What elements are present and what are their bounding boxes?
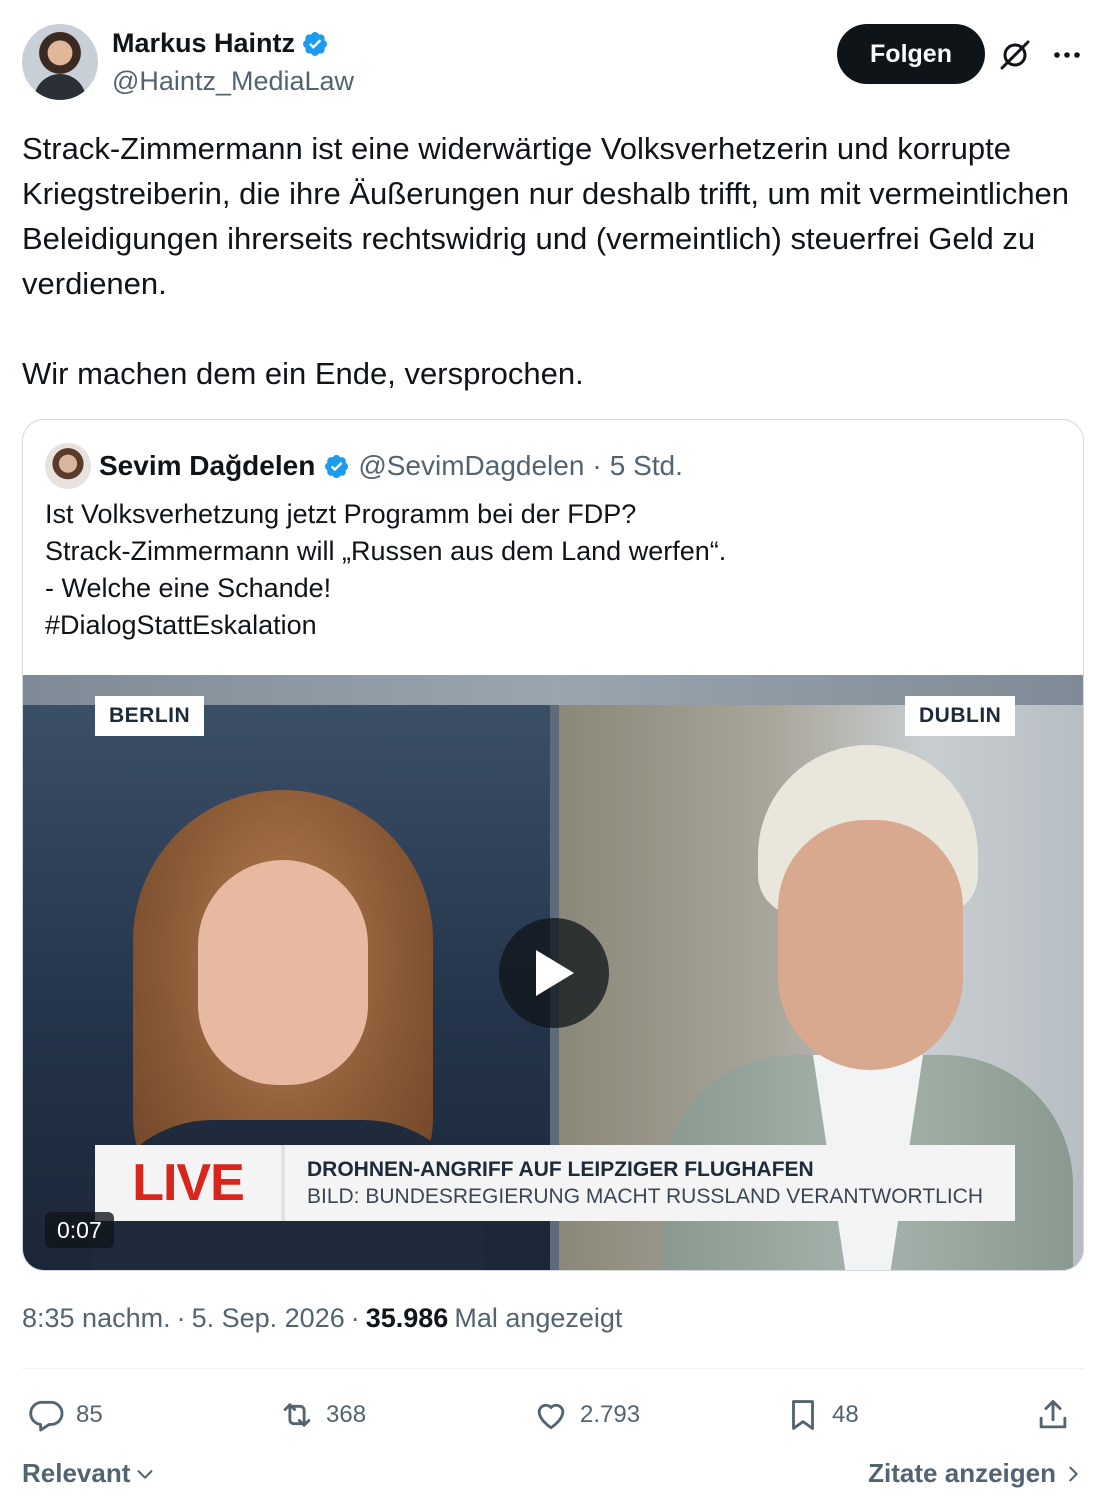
view-quotes-label: Zitate anzeigen — [868, 1458, 1056, 1488]
chevron-down-icon — [137, 1469, 153, 1479]
like-button[interactable]: 2.793 — [532, 1390, 640, 1440]
action-bar: 85 368 2.793 48 — [22, 1390, 1084, 1440]
like-count: 2.793 — [580, 1401, 641, 1428]
live-label: LIVE — [95, 1145, 285, 1221]
reply-icon — [29, 1400, 64, 1432]
quoted-author-avatar[interactable] — [45, 443, 91, 489]
ticker-subline: BILD: BUNDESREGIERUNG MACHT RUSSLAND VER… — [307, 1184, 983, 1208]
location-tag-left: BERLIN — [95, 696, 205, 736]
repost-icon — [283, 1403, 311, 1427]
heart-icon — [537, 1403, 565, 1430]
author-avatar[interactable] — [22, 24, 98, 100]
quoted-tweet-header: Sevim Dağdelen @SevimDagdelen · 5 Std. — [45, 442, 683, 490]
chevron-right-icon — [1069, 1466, 1078, 1481]
separator-dot: · — [592, 450, 602, 481]
more-icon[interactable] — [1050, 38, 1084, 72]
reply-count: 85 — [76, 1401, 103, 1428]
quoted-author-handle[interactable]: @SevimDagdelen — [358, 450, 584, 482]
sort-label: Relevant — [22, 1458, 131, 1488]
sort-dropdown[interactable]: Relevant — [22, 1458, 156, 1489]
quoted-tweet-time[interactable]: 5 Std. — [610, 450, 683, 482]
meta-separator: · — [350, 1303, 360, 1333]
grok-icon[interactable] — [998, 38, 1032, 72]
quoted-tweet-text: Ist Volksverhetzung jetzt Programm bei d… — [45, 499, 727, 640]
verified-badge-icon — [303, 31, 328, 56]
view-quotes-link[interactable]: Zitate anzeigen — [868, 1458, 1084, 1489]
views-count: 35.986 — [365, 1303, 449, 1333]
video-duration: 0:07 — [45, 1212, 114, 1248]
play-icon — [536, 950, 574, 996]
play-button[interactable] — [499, 918, 609, 1028]
ticker-headline: DROHNEN-ANGRIFF AUF LEIPZIGER FLUGHAFEN — [307, 1157, 814, 1181]
author-handle[interactable]: @Haintz_MediaLaw — [112, 66, 354, 97]
news-lower-third: LIVE DROHNEN-ANGRIFF AUF LEIPZIGER FLUGH… — [95, 1145, 1015, 1221]
tweet-text: Strack-Zimmermann ist eine widerwärtige … — [22, 131, 1070, 391]
follow-button[interactable]: Folgen — [837, 24, 985, 84]
reply-button[interactable]: 85 — [28, 1390, 103, 1440]
author-name[interactable]: Markus Haintz — [112, 28, 295, 59]
verified-badge-icon — [325, 454, 349, 478]
repost-count: 368 — [326, 1401, 367, 1428]
quoted-author-name[interactable]: Sevim Dağdelen — [99, 450, 315, 482]
meta-separator: · — [176, 1303, 186, 1333]
tweet-time[interactable]: 8:35 nachm. — [22, 1303, 171, 1334]
share-icon — [1039, 1400, 1067, 1429]
views-label: Mal angezeigt — [454, 1303, 623, 1333]
author-name-row[interactable]: Markus Haintz — [112, 28, 329, 59]
tweet-meta: 8:35 nachm. · 5. Sep. 2026 · 35.986 Mal … — [22, 1303, 622, 1334]
repost-button[interactable]: 368 — [278, 1390, 366, 1440]
share-button[interactable] — [1034, 1390, 1072, 1440]
bookmark-count: 48 — [832, 1401, 859, 1428]
news-ticker: DROHNEN-ANGRIFF AUF LEIPZIGER FLUGHAFEN … — [285, 1158, 983, 1209]
bookmark-button[interactable]: 48 — [784, 1390, 859, 1440]
tweet-date[interactable]: 5. Sep. 2026 — [192, 1303, 345, 1334]
divider — [22, 1368, 1084, 1369]
tweet-header: Markus Haintz @Haintz_MediaLaw Folgen — [22, 24, 1090, 104]
video-player[interactable]: BERLIN DUBLIN LIVE DROHNEN-ANGRIFF AUF L… — [23, 675, 1083, 1270]
quoted-tweet[interactable]: Sevim Dağdelen @SevimDagdelen · 5 Std. I… — [22, 419, 1084, 1271]
bookmark-icon — [792, 1400, 814, 1430]
location-tag-right: DUBLIN — [905, 696, 1016, 736]
